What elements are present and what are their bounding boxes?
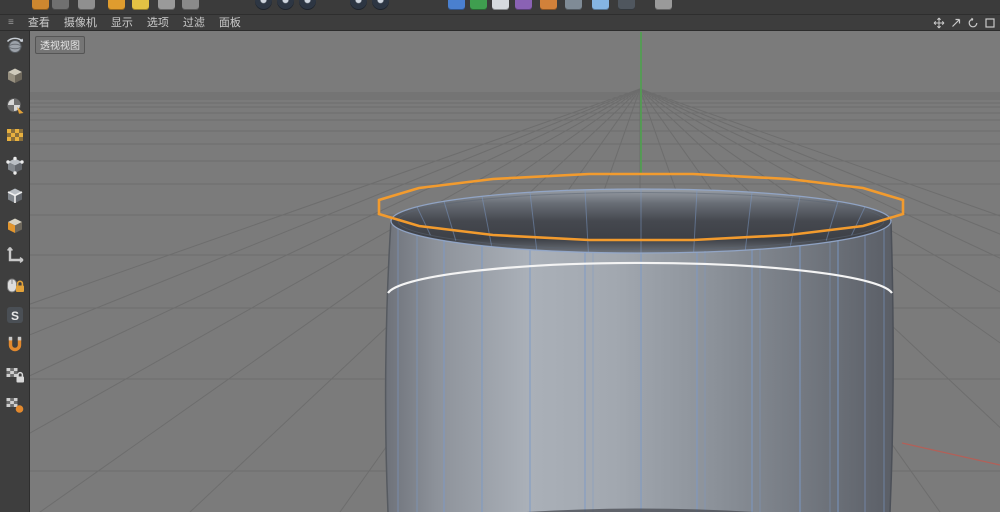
rotate-view-icon[interactable]	[967, 17, 979, 29]
perspective-viewport[interactable]: 透视视图	[30, 31, 1000, 512]
texture-mode-icon[interactable]	[4, 94, 26, 116]
points-mode-icon[interactable]	[4, 154, 26, 176]
workplane-grid-icon[interactable]	[4, 394, 26, 416]
add-array-icon[interactable]	[592, 0, 609, 10]
scale-tool-icon[interactable]	[132, 0, 149, 10]
misc-tool-icon[interactable]	[655, 0, 672, 10]
selection-tool-icon[interactable]	[78, 0, 95, 10]
cinema4d-window: ≡ 查看 摄像机 显示 选项 过滤 面板	[0, 0, 1000, 512]
add-deformer-icon[interactable]	[540, 0, 557, 10]
menu-camera[interactable]: 摄像机	[64, 15, 97, 31]
make-editable-icon[interactable]	[4, 34, 26, 56]
render-view-icon[interactable]	[372, 0, 389, 10]
viewport-canvas[interactable]	[30, 31, 1000, 512]
lock-workplane-icon[interactable]	[4, 364, 26, 386]
zoom-icon[interactable]	[950, 17, 962, 29]
top-toolbar	[0, 0, 1000, 15]
coordinate-system-icon[interactable]	[350, 0, 367, 10]
add-generator-icon[interactable]	[515, 0, 532, 10]
pan-icon[interactable]	[933, 17, 945, 29]
cylinder-body[interactable]	[386, 221, 894, 512]
x-axis-line	[902, 443, 1000, 465]
z-axis-lock-icon[interactable]	[299, 0, 316, 10]
viewport-nav-icons	[933, 17, 996, 29]
cylinder-object[interactable]	[379, 174, 903, 512]
add-primitive-icon[interactable]	[448, 0, 465, 10]
y-axis-lock-icon[interactable]	[277, 0, 294, 10]
menu-panel[interactable]: 面板	[219, 15, 241, 31]
redo-icon[interactable]	[52, 0, 69, 10]
menu-view[interactable]: 查看	[28, 15, 50, 31]
add-spline-icon[interactable]	[470, 0, 487, 10]
polygons-mode-icon[interactable]	[4, 214, 26, 236]
lock-axis-icon[interactable]	[4, 274, 26, 296]
menu-display[interactable]: 显示	[111, 15, 133, 31]
last-used-tool-icon[interactable]	[182, 0, 199, 10]
move-tool-icon[interactable]	[108, 0, 125, 10]
add-light-icon[interactable]	[618, 0, 635, 10]
viewport-menubar: ≡ 查看 摄像机 显示 选项 过滤 面板	[0, 15, 1000, 31]
undo-icon[interactable]	[32, 0, 49, 10]
svg-text:S: S	[10, 309, 18, 323]
viewport-solo-icon[interactable]: S	[4, 304, 26, 326]
menu-grip-icon[interactable]: ≡	[8, 15, 14, 31]
maximize-view-icon[interactable]	[984, 17, 996, 29]
x-axis-lock-icon[interactable]	[255, 0, 272, 10]
edges-mode-icon[interactable]	[4, 184, 26, 206]
model-mode-icon[interactable]	[4, 64, 26, 86]
menu-filter[interactable]: 过滤	[183, 15, 205, 31]
viewport-label[interactable]: 透视视图	[35, 36, 85, 54]
add-camera-icon[interactable]	[565, 0, 582, 10]
workplane-mode-icon[interactable]	[4, 124, 26, 146]
pen-tool-icon[interactable]	[492, 0, 509, 10]
axis-mode-icon[interactable]	[4, 244, 26, 266]
rotate-tool-icon[interactable]	[158, 0, 175, 10]
menu-options[interactable]: 选项	[147, 15, 169, 31]
snap-icon[interactable]	[4, 334, 26, 356]
left-tool-sidebar: S	[0, 31, 30, 512]
